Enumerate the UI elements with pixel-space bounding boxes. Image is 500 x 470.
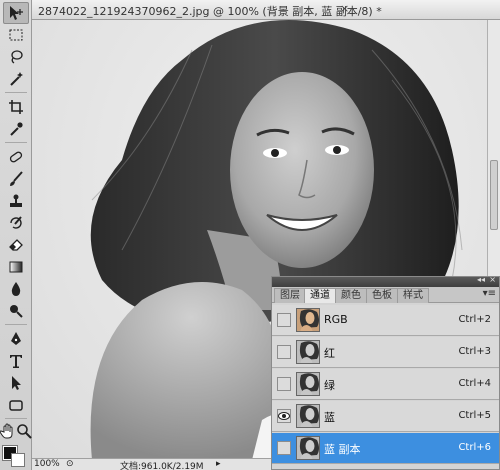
channel-thumbnail bbox=[296, 372, 320, 396]
hand-tool[interactable] bbox=[0, 420, 16, 442]
close-icon[interactable]: × bbox=[340, 2, 349, 15]
magic-wand-icon bbox=[10, 72, 23, 86]
channel-thumbnail bbox=[296, 436, 320, 460]
crop-icon bbox=[9, 100, 23, 114]
magnifier-icon bbox=[17, 424, 32, 439]
channel-shortcut: Ctrl+2 bbox=[458, 314, 491, 325]
stamp-icon bbox=[10, 194, 22, 207]
lasso-tool[interactable] bbox=[3, 46, 29, 68]
eraser-icon bbox=[9, 239, 23, 251]
crop-tool[interactable] bbox=[3, 96, 29, 118]
channel-row[interactable]: 蓝 Ctrl+5 bbox=[272, 401, 499, 432]
eye-icon bbox=[278, 412, 290, 420]
brush-icon bbox=[10, 171, 23, 186]
channel-row[interactable]: RGB Ctrl+2 bbox=[272, 305, 499, 336]
path-select-tool[interactable] bbox=[3, 372, 29, 394]
dodge-icon bbox=[10, 305, 23, 318]
document-tab[interactable]: 2874022_121924370962_2.jpg @ 100% (背景 副本… bbox=[32, 0, 500, 20]
tab-channels[interactable]: 通道 bbox=[304, 288, 336, 303]
status-bar: 100% ⊙ 文档:961.0K/2.19M ▸ bbox=[32, 458, 272, 470]
channel-thumbnail bbox=[296, 404, 320, 428]
channel-thumbnail bbox=[296, 308, 320, 332]
panel-titlebar[interactable]: ◂◂ × bbox=[272, 275, 499, 287]
channel-shortcut: Ctrl+4 bbox=[458, 378, 491, 389]
tools-panel bbox=[0, 0, 32, 470]
move-tool[interactable] bbox=[3, 2, 29, 24]
background-color-swatch[interactable] bbox=[11, 453, 25, 467]
channel-name: 蓝 bbox=[324, 411, 335, 424]
document-info: 文档:961.0K/2.19M bbox=[120, 462, 204, 470]
visibility-toggle[interactable] bbox=[277, 377, 291, 391]
channel-name: 蓝 副本 bbox=[324, 443, 361, 456]
eyedropper-tool[interactable] bbox=[3, 118, 29, 140]
panel-menu-icon[interactable]: ▾≡ bbox=[483, 288, 496, 299]
channel-thumbnail bbox=[296, 340, 320, 364]
type-tool[interactable] bbox=[3, 350, 29, 372]
visibility-toggle[interactable] bbox=[277, 409, 291, 423]
shape-tool[interactable] bbox=[3, 394, 29, 416]
panel-tabs: 图层 通道 颜色 色板 样式 ▾≡ bbox=[272, 287, 499, 303]
gradient-icon bbox=[9, 261, 23, 273]
hand-icon bbox=[0, 423, 13, 439]
eyedropper-icon bbox=[10, 122, 23, 136]
tab-styles[interactable]: 样式 bbox=[397, 288, 429, 303]
pen-nib-icon bbox=[11, 332, 21, 345]
channel-shortcut: Ctrl+5 bbox=[458, 410, 491, 421]
marquee-icon bbox=[9, 29, 23, 41]
dodge-tool[interactable] bbox=[3, 300, 29, 322]
scrollbar-thumb[interactable] bbox=[490, 160, 498, 230]
channel-row[interactable]: 绿 Ctrl+4 bbox=[272, 369, 499, 400]
healing-tool[interactable] bbox=[3, 146, 29, 168]
tab-layers[interactable]: 图层 bbox=[274, 288, 306, 303]
status-menu-arrow-icon[interactable]: ▸ bbox=[216, 459, 221, 469]
panel-close-icon[interactable]: × bbox=[489, 275, 496, 284]
channel-name: 绿 bbox=[324, 379, 335, 392]
history-brush-tool[interactable] bbox=[3, 212, 29, 234]
eraser-tool[interactable] bbox=[3, 234, 29, 256]
blur-tool[interactable] bbox=[3, 278, 29, 300]
magic-wand-tool[interactable] bbox=[3, 68, 29, 90]
channels-panel: ◂◂ × 图层 通道 颜色 色板 样式 ▾≡ RGB Ctrl+2 红 Ctrl+3 绿… bbox=[271, 275, 500, 470]
lasso-icon bbox=[11, 50, 23, 64]
channel-shortcut: Ctrl+6 bbox=[458, 442, 491, 453]
channel-name: 红 bbox=[324, 347, 335, 360]
channel-row[interactable]: 蓝 副本 Ctrl+6 bbox=[272, 433, 499, 464]
move-arrow-icon bbox=[10, 6, 23, 20]
vertical-scrollbar[interactable] bbox=[487, 20, 500, 280]
channel-shortcut: Ctrl+3 bbox=[458, 346, 491, 357]
bandage-icon bbox=[9, 151, 23, 163]
arrow-cursor-icon bbox=[12, 376, 21, 390]
marquee-tool[interactable] bbox=[3, 24, 29, 46]
brush-tool[interactable] bbox=[3, 168, 29, 190]
visibility-toggle[interactable] bbox=[277, 345, 291, 359]
collapse-icon[interactable]: ◂◂ bbox=[477, 275, 485, 284]
channel-name: RGB bbox=[324, 313, 348, 326]
zoom-tool[interactable] bbox=[16, 420, 32, 442]
tab-swatches[interactable]: 色板 bbox=[366, 288, 398, 303]
channel-row[interactable]: 红 Ctrl+3 bbox=[272, 337, 499, 368]
gradient-tool[interactable] bbox=[3, 256, 29, 278]
type-t-icon bbox=[10, 355, 22, 368]
zoom-status-icon: ⊙ bbox=[66, 459, 74, 469]
drop-icon bbox=[11, 282, 21, 296]
visibility-toggle[interactable] bbox=[277, 441, 291, 455]
clone-stamp-tool[interactable] bbox=[3, 190, 29, 212]
visibility-toggle[interactable] bbox=[277, 313, 291, 327]
document-title: 2874022_121924370962_2.jpg @ 100% (背景 副本… bbox=[38, 5, 382, 18]
rounded-rect-icon bbox=[9, 400, 23, 411]
history-brush-icon bbox=[10, 216, 22, 229]
tab-color[interactable]: 颜色 bbox=[335, 288, 367, 303]
zoom-level[interactable]: 100% bbox=[34, 459, 60, 469]
pen-tool[interactable] bbox=[3, 328, 29, 350]
